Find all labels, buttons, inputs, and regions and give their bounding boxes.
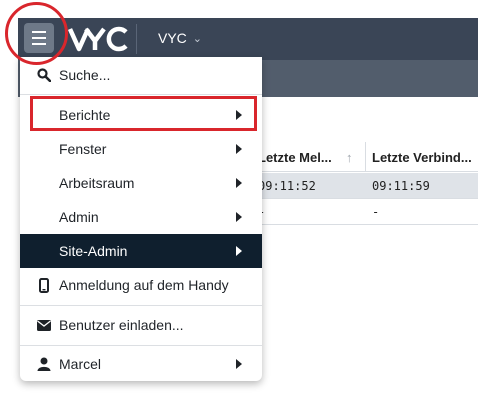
menu-item-label: Site-Admin [59, 243, 128, 259]
menu-divider [20, 94, 262, 95]
column-header[interactable]: Letzte Mel... [258, 150, 332, 165]
menu-item-mobile-login[interactable]: Anmeldung auf dem Handy [20, 268, 262, 302]
menu-item-label: Suche... [59, 67, 111, 83]
highlight-box-annotation [30, 96, 257, 131]
menu-divider [20, 305, 262, 306]
table-cell: 09:11:52 [258, 179, 316, 193]
site-selector-label: VYC [158, 30, 187, 46]
menu-item-label: Anmeldung auf dem Handy [59, 277, 229, 293]
table-cell: 09:11:59 [372, 179, 430, 193]
menu-item-label: Fenster [59, 141, 107, 157]
search-icon [36, 67, 52, 83]
chevron-down-icon: ⌄ [192, 32, 203, 45]
menu-item-fenster[interactable]: Fenster [20, 132, 262, 166]
menu-item-site-admin[interactable]: Site-Admin [20, 234, 262, 268]
column-header[interactable]: Letzte Verbind... [372, 150, 472, 165]
envelope-icon [36, 317, 52, 333]
menu-item-label: Benutzer einladen... [59, 317, 184, 333]
submenu-arrow-icon [236, 178, 242, 188]
header-divider [136, 24, 137, 54]
menu-item-user[interactable]: Marcel [20, 347, 262, 381]
menu-item-label: Arbeitsraum [59, 175, 135, 191]
sort-ascending-icon[interactable]: ↑ [346, 150, 353, 165]
table-row[interactable]: 09:11:52 09:11:59 [243, 173, 478, 199]
column-divider[interactable] [365, 142, 366, 172]
menu-item-invite-user[interactable]: Benutzer einladen... [20, 308, 262, 342]
mobile-phone-icon [36, 277, 52, 293]
menu-item-search[interactable]: Suche... [20, 58, 262, 92]
user-icon [36, 356, 52, 372]
table-header: Letzte Mel... ↑ Letzte Verbind... [243, 128, 478, 172]
table-row[interactable]: - - [243, 199, 478, 225]
menu-item-label: Marcel [59, 356, 102, 372]
site-selector[interactable]: VYC ⌄ [158, 30, 202, 46]
menu-item-label: Admin [59, 209, 99, 225]
submenu-arrow-icon [236, 212, 242, 222]
menu-item-admin[interactable]: Admin [20, 200, 262, 234]
top-bar: VYC ⌄ [18, 18, 478, 60]
highlight-circle-annotation [5, 2, 68, 65]
vyc-logo [68, 26, 128, 52]
menu-item-arbeitsraum[interactable]: Arbeitsraum [20, 166, 262, 200]
table-cell: - [372, 205, 380, 219]
submenu-arrow-icon [236, 246, 242, 256]
submenu-arrow-icon [236, 359, 242, 369]
submenu-arrow-icon [236, 144, 242, 154]
menu-divider [20, 345, 262, 346]
